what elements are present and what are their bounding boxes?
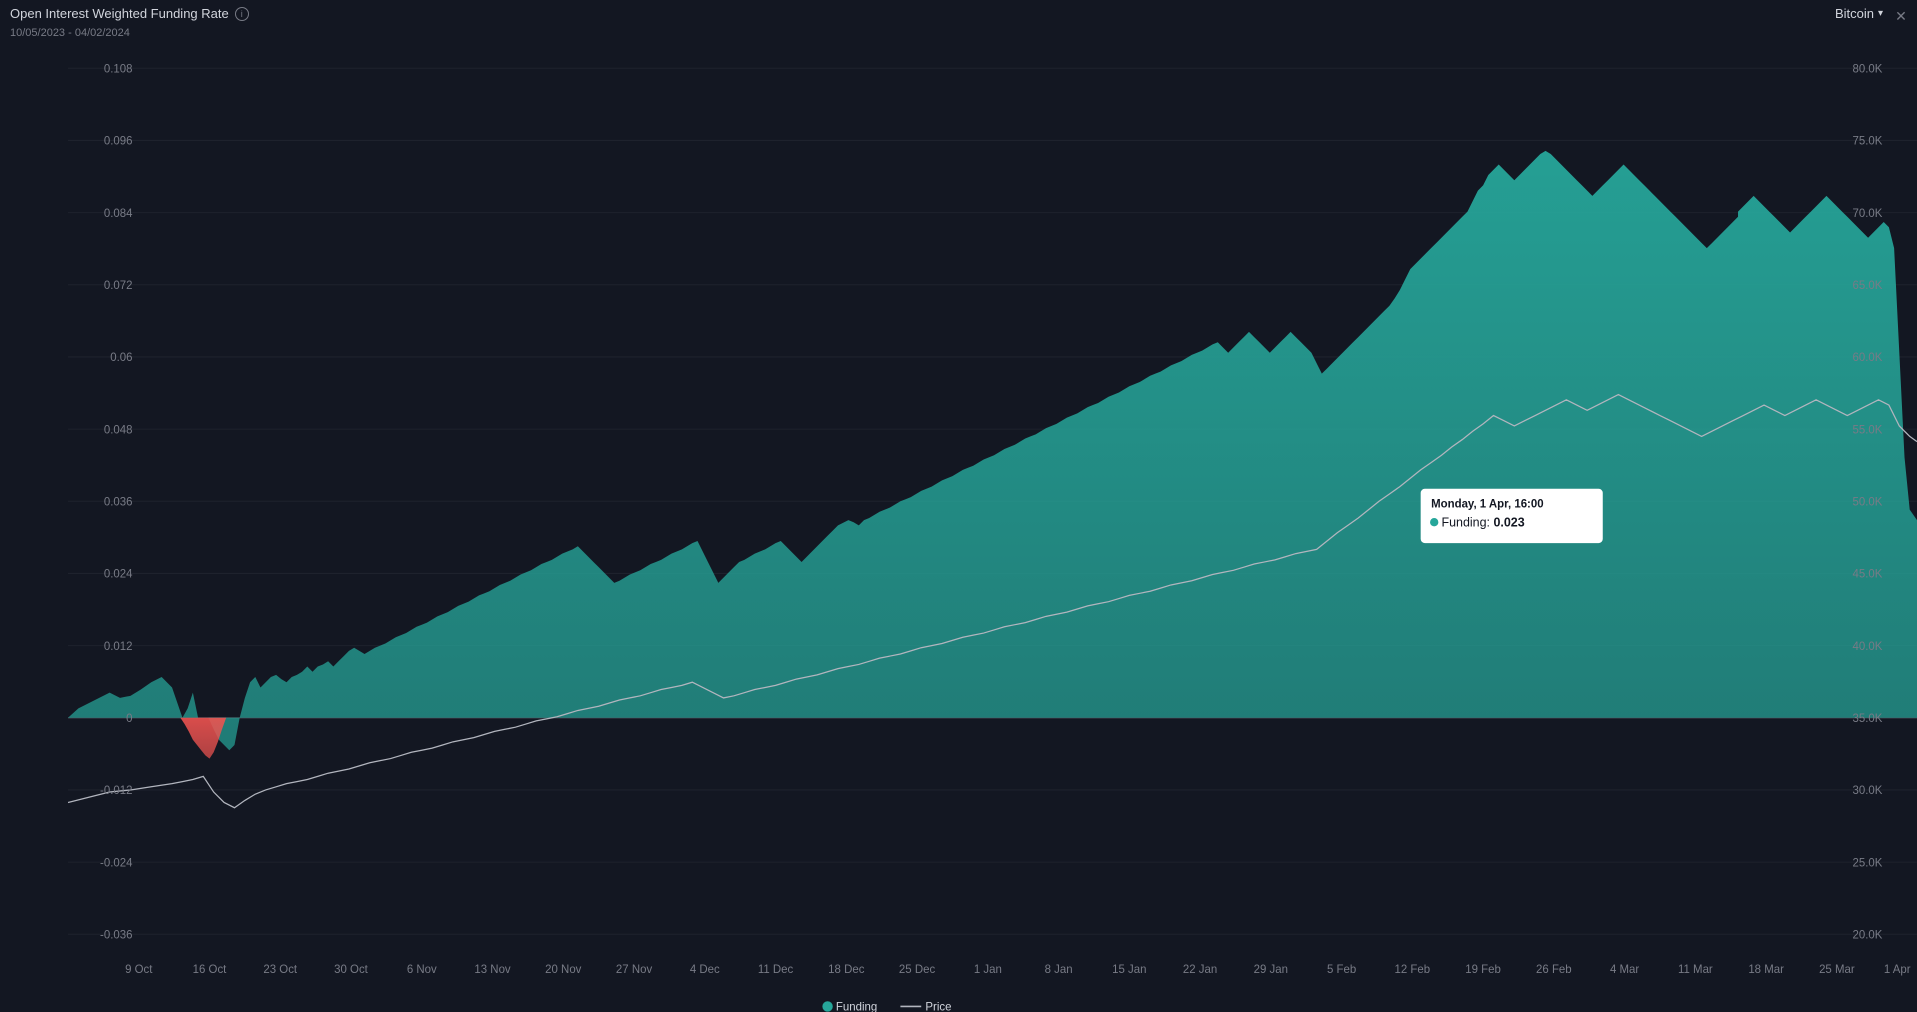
chart-svg: 0.108 0.096 0.084 0.072 0.06 0.048 0.036…	[68, 39, 1917, 1012]
close-button[interactable]: ✕	[1891, 6, 1911, 26]
svg-text:25.0K: 25.0K	[1852, 857, 1882, 869]
svg-text:11 Mar: 11 Mar	[1678, 964, 1713, 976]
svg-text:0.06: 0.06	[110, 352, 132, 364]
header-left: Open Interest Weighted Funding Rate i 10…	[10, 6, 249, 39]
svg-text:0.108: 0.108	[104, 63, 133, 75]
svg-text:11 Dec: 11 Dec	[758, 964, 794, 976]
svg-text:55.0K: 55.0K	[1852, 424, 1882, 436]
svg-text:15 Jan: 15 Jan	[1112, 964, 1146, 976]
svg-text:Funding: 0.023: Funding: 0.023	[1441, 515, 1524, 529]
svg-text:9 Oct: 9 Oct	[125, 964, 153, 976]
svg-text:1 Apr: 1 Apr	[1884, 964, 1911, 976]
svg-text:35.0K: 35.0K	[1852, 713, 1882, 725]
svg-text:25 Mar: 25 Mar	[1819, 964, 1855, 976]
svg-text:22 Jan: 22 Jan	[1183, 964, 1217, 976]
svg-text:Funding: Funding	[836, 1002, 877, 1012]
svg-text:-0.012: -0.012	[100, 785, 132, 797]
svg-text:0.012: 0.012	[104, 641, 133, 653]
svg-text:1 Jan: 1 Jan	[974, 964, 1002, 976]
svg-text:19 Feb: 19 Feb	[1465, 964, 1501, 976]
svg-text:Monday, 1 Apr, 16:00: Monday, 1 Apr, 16:00	[1431, 499, 1544, 511]
svg-text:0.036: 0.036	[104, 496, 133, 508]
svg-text:4 Dec: 4 Dec	[690, 964, 720, 976]
svg-text:25 Dec: 25 Dec	[899, 964, 936, 976]
svg-text:26 Feb: 26 Feb	[1536, 964, 1572, 976]
svg-text:45.0K: 45.0K	[1852, 569, 1882, 581]
svg-text:65.0K: 65.0K	[1852, 280, 1882, 292]
svg-text:30 Oct: 30 Oct	[334, 964, 369, 976]
svg-text:20 Nov: 20 Nov	[545, 964, 582, 976]
svg-text:-0.036: -0.036	[100, 929, 132, 941]
svg-text:18 Mar: 18 Mar	[1748, 964, 1784, 976]
svg-text:12 Feb: 12 Feb	[1395, 964, 1431, 976]
chevron-down-icon: ▾	[1878, 8, 1883, 19]
svg-text:27 Nov: 27 Nov	[616, 964, 653, 976]
chart-body: 0.108 0.096 0.084 0.072 0.06 0.048 0.036…	[0, 39, 1917, 1012]
svg-text:4 Mar: 4 Mar	[1610, 964, 1639, 976]
svg-text:-0.024: -0.024	[100, 857, 133, 869]
asset-selector[interactable]: Bitcoin ▾	[1835, 6, 1883, 21]
svg-text:5 Feb: 5 Feb	[1327, 964, 1356, 976]
svg-text:60.0K: 60.0K	[1852, 352, 1882, 364]
svg-text:18 Dec: 18 Dec	[828, 964, 865, 976]
title-text: Open Interest Weighted Funding Rate	[10, 6, 229, 21]
svg-text:20.0K: 20.0K	[1852, 929, 1882, 941]
svg-text:0: 0	[126, 713, 132, 725]
svg-text:23 Oct: 23 Oct	[263, 964, 298, 976]
date-range: 10/05/2023 - 04/02/2024	[10, 23, 249, 39]
svg-text:0.096: 0.096	[104, 136, 133, 148]
svg-text:13 Nov: 13 Nov	[474, 964, 511, 976]
chart-header: Open Interest Weighted Funding Rate i 10…	[0, 0, 1917, 39]
svg-text:Price: Price	[925, 1002, 951, 1012]
svg-text:0.024: 0.024	[104, 569, 133, 581]
svg-text:29 Jan: 29 Jan	[1254, 964, 1288, 976]
svg-text:0.048: 0.048	[104, 424, 133, 436]
asset-label: Bitcoin	[1835, 6, 1874, 21]
svg-text:8 Jan: 8 Jan	[1045, 964, 1073, 976]
svg-text:16 Oct: 16 Oct	[193, 964, 228, 976]
svg-text:0.072: 0.072	[104, 280, 133, 292]
svg-text:80.0K: 80.0K	[1852, 63, 1882, 75]
svg-text:50.0K: 50.0K	[1852, 496, 1882, 508]
svg-text:6 Nov: 6 Nov	[407, 964, 437, 976]
chart-container: Open Interest Weighted Funding Rate i 10…	[0, 0, 1917, 998]
chart-title: Open Interest Weighted Funding Rate i	[10, 6, 249, 21]
svg-text:0.084: 0.084	[104, 208, 133, 220]
y-axis-left	[0, 39, 68, 1012]
chart-area: 0.108 0.096 0.084 0.072 0.06 0.048 0.036…	[68, 39, 1917, 1012]
svg-text:30.0K: 30.0K	[1852, 785, 1882, 797]
svg-text:40.0K: 40.0K	[1852, 641, 1882, 653]
svg-text:75.0K: 75.0K	[1852, 136, 1882, 148]
info-icon[interactable]: i	[235, 7, 249, 21]
svg-text:70.0K: 70.0K	[1852, 208, 1882, 220]
